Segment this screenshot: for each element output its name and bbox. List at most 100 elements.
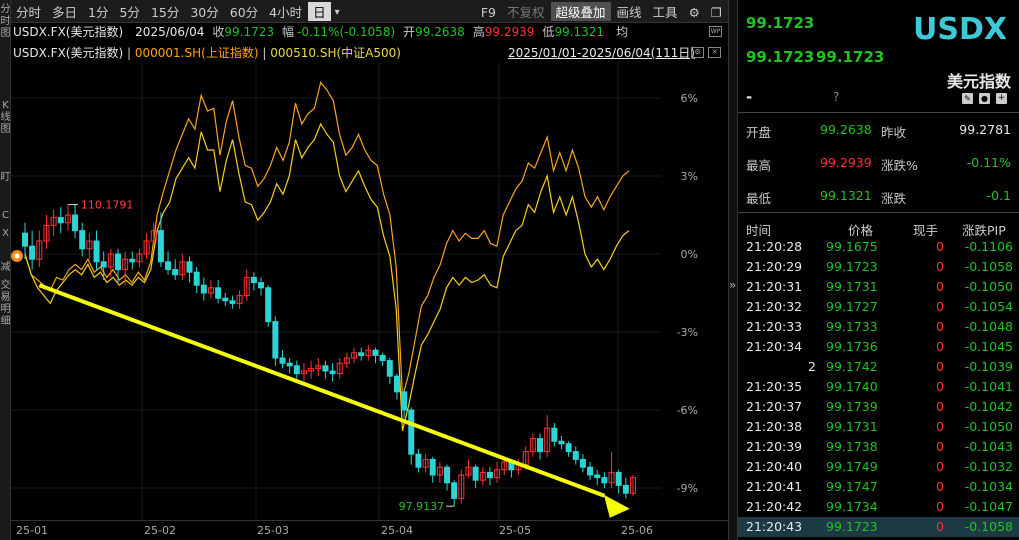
candle-body bbox=[379, 354, 386, 362]
period-4hour[interactable]: 4小时 bbox=[264, 2, 307, 21]
legend-overlay-sse[interactable]: 000001.SH(上证指数) bbox=[135, 46, 259, 60]
tick-vol: 0 bbox=[936, 239, 944, 254]
draw-line-button[interactable]: 画线 bbox=[612, 2, 647, 21]
period-daily[interactable]: 日 bbox=[308, 1, 331, 21]
gear-icon[interactable]: ⚙ bbox=[684, 2, 705, 21]
candle-body bbox=[551, 427, 558, 442]
quote-info-bar: USDX.FX(美元指数) 2025/06/04 收 99.1723 幅 -0.… bbox=[11, 23, 728, 41]
crosshair-marker-dot bbox=[14, 253, 20, 259]
candle-body bbox=[408, 409, 415, 455]
y-tick-label: -3% bbox=[677, 326, 698, 339]
y-tick-label: 0% bbox=[681, 248, 698, 261]
open-label: 开 bbox=[403, 25, 416, 39]
tick-chg: -0.1050 bbox=[964, 419, 1013, 434]
candle-body bbox=[401, 391, 408, 411]
date-range[interactable]: 2025/01/01-2025/06/04(111日) bbox=[508, 44, 695, 62]
tick-time: 21:20:43 bbox=[746, 519, 803, 534]
candle-body bbox=[579, 458, 586, 468]
tab-x[interactable]: X bbox=[0, 228, 11, 240]
add-icon[interactable]: + bbox=[996, 93, 1007, 104]
high-annotation: 110.1791 bbox=[81, 199, 134, 212]
tick-row[interactable]: 21:20:34 99.1736 0 -0.1045 bbox=[738, 337, 1019, 357]
change-pct-label: 涨跌% bbox=[881, 158, 918, 173]
candlestick-chart[interactable]: 6% 3% 0% -3% -6% -9% 110.1791 97.9137 bbox=[11, 62, 728, 520]
overlay-line-a500 bbox=[24, 122, 630, 431]
left-vertical-tabs: 分时图 K线图 盯 C X 减 交易明细 bbox=[0, 0, 11, 540]
period-multiday[interactable]: 多日 bbox=[47, 2, 82, 21]
tick-row[interactable]: 21:20:29 99.1723 0 -0.1058 bbox=[738, 257, 1019, 277]
tick-time: 21:20:41 bbox=[746, 479, 803, 494]
tab-c[interactable]: C bbox=[0, 210, 11, 222]
candle-body bbox=[200, 284, 207, 294]
tab-watch[interactable]: 盯 bbox=[0, 172, 11, 184]
change-value: -0.1 bbox=[986, 188, 1011, 203]
period-5min[interactable]: 5分 bbox=[114, 2, 144, 21]
restore-icon[interactable]: ❐ bbox=[706, 2, 727, 21]
tick-vol: 0 bbox=[936, 279, 944, 294]
tick-chg: -0.1042 bbox=[964, 399, 1013, 414]
low-annotation: 97.9137 bbox=[399, 500, 445, 513]
tick-time: 21:20:39 bbox=[746, 439, 803, 454]
tab-trade-detail[interactable]: 交易明细 bbox=[0, 280, 11, 328]
y-axis: 6% 3% 0% -3% -6% -9% bbox=[677, 92, 698, 495]
bell-icon[interactable]: ● bbox=[979, 93, 990, 104]
tick-row[interactable]: 21:20:38 99.1731 0 -0.1050 bbox=[738, 417, 1019, 437]
super-overlay-button[interactable]: 超级叠加 bbox=[550, 1, 611, 21]
tick-row[interactable]: 21:20:37 99.1739 0 -0.1042 bbox=[738, 397, 1019, 417]
tick-time: 21:20:37 bbox=[746, 399, 803, 414]
candle-body bbox=[293, 365, 300, 375]
tools-button[interactable]: 工具 bbox=[648, 2, 683, 21]
y-tick-label: -9% bbox=[677, 482, 698, 495]
tab-kline[interactable]: K线图 bbox=[0, 100, 11, 136]
prev-close-value: 99.2781 bbox=[959, 122, 1011, 137]
tick-price: 99.1675 bbox=[826, 239, 878, 254]
tick-row[interactable]: 21:20:33 99.1733 0 -0.1048 bbox=[738, 317, 1019, 337]
legend-main[interactable]: USDX.FX(美元指数) bbox=[13, 46, 123, 60]
tick-vol: 0 bbox=[936, 319, 944, 334]
tick-price: 99.1723 bbox=[826, 519, 878, 534]
tick-row[interactable]: 21:20:43 99.1723 0 -0.1058 bbox=[738, 517, 1019, 537]
no-rights-button[interactable]: 不复权 bbox=[502, 2, 550, 21]
period-60min[interactable]: 60分 bbox=[225, 2, 263, 21]
tick-time: 21:20:42 bbox=[746, 499, 803, 514]
tick-row[interactable]: 21:20:32 99.1727 0 -0.1054 bbox=[738, 297, 1019, 317]
legend-overlay-a500[interactable]: 000510.SH(中证A500) bbox=[270, 46, 401, 60]
tick-price: 99.1738 bbox=[826, 439, 878, 454]
tick-row[interactable]: 21:20:31 99.1731 0 -0.1050 bbox=[738, 277, 1019, 297]
tick-chg: -0.1047 bbox=[964, 499, 1013, 514]
low-value: 99.1321 bbox=[820, 188, 872, 203]
tick-chg: -0.1050 bbox=[964, 279, 1013, 294]
tick-row[interactable]: 21:20:35 99.1740 0 -0.1041 bbox=[738, 377, 1019, 397]
avg-label: 均 bbox=[616, 25, 629, 39]
low-value: 99.1321 bbox=[554, 25, 605, 39]
tab-reduce[interactable]: 减 bbox=[0, 262, 11, 274]
period-1min[interactable]: 1分 bbox=[83, 2, 113, 21]
tick-row[interactable]: 21:20:42 99.1734 0 -0.1047 bbox=[738, 497, 1019, 517]
edit-icon[interactable]: ✎ bbox=[962, 93, 973, 104]
tick-row[interactable]: 21:20:40 99.1749 0 -0.1032 bbox=[738, 457, 1019, 477]
candle-body bbox=[472, 466, 479, 481]
x-tick-label: 25-03 bbox=[257, 524, 289, 537]
panel-splitter[interactable]: » bbox=[728, 0, 738, 540]
settings-icon[interactable]: ⚙ bbox=[691, 47, 704, 58]
tick-row[interactable]: 21:20:28 99.1675 0 -0.1106 bbox=[738, 237, 1019, 257]
period-15min[interactable]: 15分 bbox=[146, 2, 184, 21]
y-tick-label: -6% bbox=[677, 404, 698, 417]
tick-chg: -0.1106 bbox=[964, 239, 1013, 254]
tab-intraday[interactable]: 分时图 bbox=[0, 4, 11, 40]
tick-row[interactable]: 21:20:41 99.1747 0 -0.1034 bbox=[738, 477, 1019, 497]
candle-body bbox=[79, 230, 86, 250]
close-icon[interactable]: ✕ bbox=[708, 47, 721, 58]
period-intraday[interactable]: 分时 bbox=[11, 2, 46, 21]
open-value: 99.2638 bbox=[820, 122, 872, 137]
period-30min[interactable]: 30分 bbox=[185, 2, 223, 21]
f9-button[interactable]: F9 bbox=[476, 2, 501, 21]
tick-row[interactable]: 2 99.1742 0 -0.1039 bbox=[738, 357, 1019, 377]
period-dropdown-icon[interactable]: ▾ bbox=[332, 2, 343, 21]
wp-icon[interactable]: WP bbox=[709, 26, 722, 37]
candle-body bbox=[193, 271, 200, 286]
collapse-icon[interactable]: » bbox=[729, 278, 736, 292]
tick-row[interactable]: 21:20:39 99.1738 0 -0.1043 bbox=[738, 437, 1019, 457]
quote-row-low: 最低 99.1321 涨跌 -0.1 bbox=[738, 188, 1019, 221]
candle-body bbox=[215, 287, 222, 299]
